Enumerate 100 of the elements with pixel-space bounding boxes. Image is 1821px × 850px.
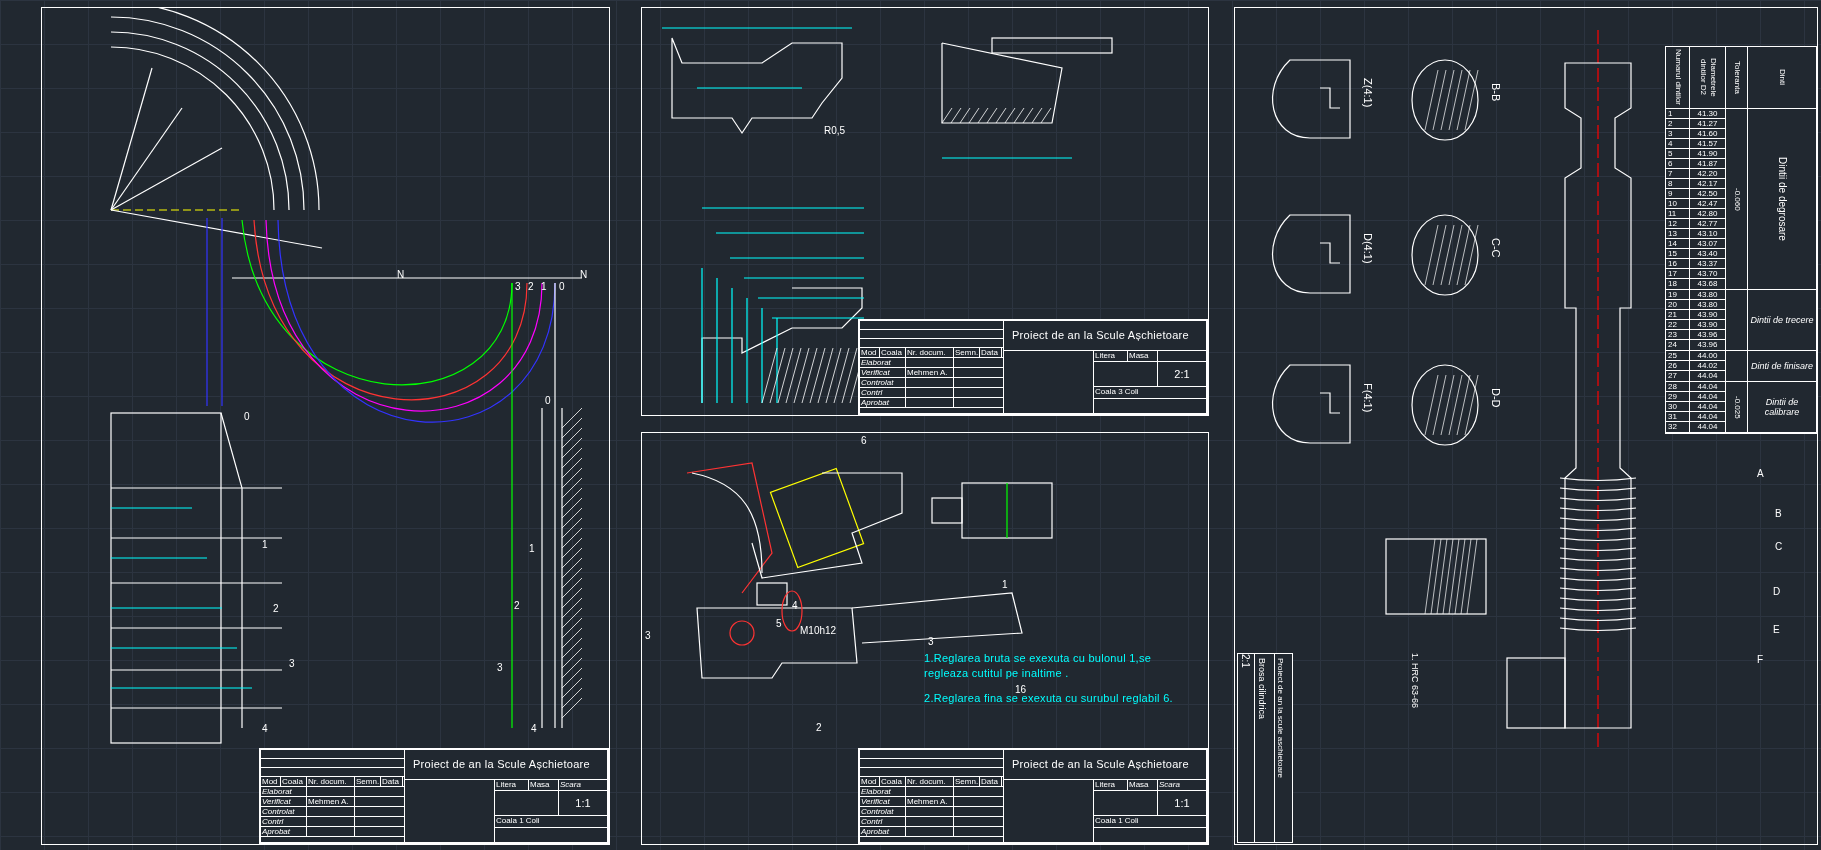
section-label: B-B xyxy=(1488,83,1503,102)
name-text: Mehmen A. xyxy=(906,368,954,377)
table-cell: 8 xyxy=(1666,179,1690,188)
scale-text: 2:1 xyxy=(1239,654,1252,668)
drawing-label: 1 xyxy=(262,540,268,550)
drawing-label: 5 xyxy=(776,619,782,629)
name-text: Mehmen A. xyxy=(906,797,954,806)
scara-label: Scara xyxy=(559,780,582,790)
group-label: Dintii de degrosare xyxy=(1777,157,1787,241)
table-cell: 30 xyxy=(1666,402,1690,411)
masa-label: Masa xyxy=(1128,780,1158,790)
adjustment-note: 2.Reglarea fina se exexuta cu surubul reglabil 6. xyxy=(924,692,1174,706)
table-cell: 12 xyxy=(1666,219,1690,228)
drawing-label: 0 xyxy=(545,396,551,406)
role-label: Elaborat xyxy=(860,358,906,367)
project-title: Proiect de an la Scule Așchietoare xyxy=(413,758,590,771)
section-label: D(4:1) xyxy=(1360,233,1375,264)
group-label: Dintii de calibrare xyxy=(1763,397,1801,417)
table-cell: 20 xyxy=(1666,300,1690,309)
table-cell: 43.96 xyxy=(1690,330,1726,339)
scara-label: Scara xyxy=(1158,780,1181,790)
table-header: Mod xyxy=(261,777,281,786)
scale-text: 1:1 xyxy=(574,795,592,811)
table-header: Coala xyxy=(880,348,906,357)
drawing-label: 6 xyxy=(861,436,867,446)
table-cell: 2 xyxy=(1666,119,1690,128)
drawing-label: F xyxy=(1757,655,1764,665)
tolerance-text: -0.060 xyxy=(1731,187,1742,211)
table-cell: 16 xyxy=(1666,259,1690,268)
table-header: Nr. docum. xyxy=(906,348,954,357)
table-header: Semn. xyxy=(355,777,381,786)
section-label: D-D xyxy=(1488,388,1503,408)
role-label: Elaborat xyxy=(860,787,906,796)
table-header: Nr. docum. xyxy=(307,777,355,786)
project-title: Proiect de an la Scule Așchietoare xyxy=(1012,329,1189,342)
table-cell: 24 xyxy=(1666,340,1690,350)
table-header: Data xyxy=(980,348,1002,357)
table-cell: 42.47 xyxy=(1690,199,1726,208)
table-cell: 41.90 xyxy=(1690,149,1726,158)
table-cell: 42.20 xyxy=(1690,169,1726,178)
drawing-label: E xyxy=(1773,625,1780,635)
table-cell: 15 xyxy=(1666,249,1690,258)
table-cell: 23 xyxy=(1666,330,1690,339)
role-label: Contrl xyxy=(860,817,906,826)
table-cell: 28 xyxy=(1666,382,1690,391)
table-cell: 44.00 xyxy=(1690,351,1726,360)
table-cell: 44.04 xyxy=(1690,371,1726,381)
table-cell: 26 xyxy=(1666,361,1690,370)
table-cell: 41.57 xyxy=(1690,139,1726,148)
table-cell: 43.10 xyxy=(1690,229,1726,238)
table-cell: 7 xyxy=(1666,169,1690,178)
tolerance-text: -0.025 xyxy=(1731,395,1742,419)
table-cell: 43.90 xyxy=(1690,320,1726,329)
table-header: Toleranta xyxy=(1731,61,1742,94)
table-cell: 43.40 xyxy=(1690,249,1726,258)
table-header: Nr. docum. xyxy=(906,777,954,786)
table-cell: 41.60 xyxy=(1690,129,1726,138)
drawing-label: 2 xyxy=(514,601,520,611)
drawing-label: 2 xyxy=(273,604,279,614)
table-cell: 44.04 xyxy=(1690,402,1726,411)
sheet-count: Coala 1 Coli xyxy=(1094,816,1140,825)
name-text: Mehmen A. xyxy=(307,797,355,806)
drawing-label: 1 xyxy=(541,282,547,292)
section-label: C-C xyxy=(1488,238,1503,258)
table-cell: 10 xyxy=(1666,199,1690,208)
table-cell: 44.04 xyxy=(1690,382,1726,391)
role-label: Elaborat xyxy=(261,787,307,796)
table-cell: 43.96 xyxy=(1690,340,1726,350)
table-cell: 21 xyxy=(1666,310,1690,319)
group-label: Dinti de finisare xyxy=(1750,361,1814,371)
drawing-label: 4 xyxy=(531,724,537,734)
role-label: Aprobat xyxy=(860,398,906,407)
project-title: Proiect de an la scule aschietoare xyxy=(1276,658,1285,779)
scale-text: 1:1 xyxy=(1173,795,1191,811)
table-cell: 9 xyxy=(1666,189,1690,198)
table-header: Diametrele dintilor D2 xyxy=(1697,57,1718,99)
drawing-label: 3 xyxy=(497,663,503,673)
drawing-label: 4 xyxy=(262,724,268,734)
masa-label: Masa xyxy=(529,780,559,790)
drawing-label: 2 xyxy=(528,282,534,292)
group-label: Dintii de trecere xyxy=(1749,315,1815,325)
role-label: Aprobat xyxy=(860,827,906,836)
drawing-label: 3 xyxy=(645,631,651,641)
drawing-label: 0 xyxy=(559,282,565,292)
role-label: Verificat xyxy=(261,797,307,806)
table-cell: 31 xyxy=(1666,412,1690,421)
table-cell: 18 xyxy=(1666,279,1690,289)
table-cell: 6 xyxy=(1666,159,1690,168)
table-cell: 43.37 xyxy=(1690,259,1726,268)
drawing-label: 2 xyxy=(816,723,822,733)
role-label: Contrl xyxy=(261,817,307,826)
table-cell: 44.04 xyxy=(1690,412,1726,421)
drawing-label: D xyxy=(1773,587,1781,597)
table-cell: 44.04 xyxy=(1690,392,1726,401)
drawing-label: R0,5 xyxy=(824,126,846,136)
table-cell: 32 xyxy=(1666,422,1690,432)
drawing-label: 3 xyxy=(928,637,934,647)
drawing-label: M10h12 xyxy=(800,626,837,636)
role-label: Controlat xyxy=(860,378,906,387)
table-cell: 44.04 xyxy=(1690,422,1726,432)
